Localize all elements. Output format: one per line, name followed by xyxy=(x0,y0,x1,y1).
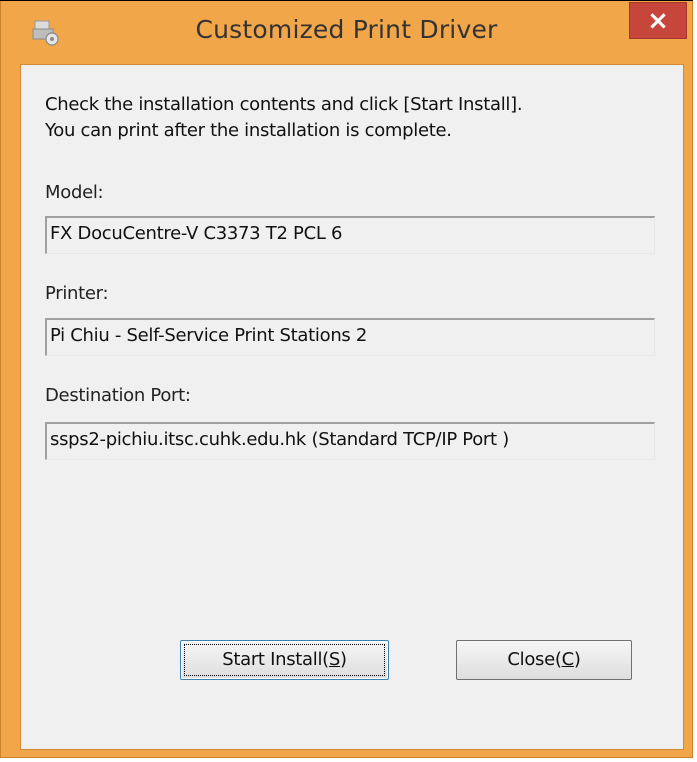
destination-port-label: Destination Port: xyxy=(45,385,191,406)
instruction-line-1: Check the installation contents and clic… xyxy=(45,94,523,115)
printer-label: Printer: xyxy=(45,283,109,304)
instruction-line-2: You can print after the installation is … xyxy=(45,120,452,141)
model-field[interactable]: FX DocuCentre-V C3373 T2 PCL 6 xyxy=(45,216,655,254)
model-label: Model: xyxy=(45,182,104,203)
close-icon: × xyxy=(647,5,669,36)
installer-window: Customized Print Driver × Check the inst… xyxy=(0,0,693,758)
start-install-button[interactable]: Start Install(S) xyxy=(180,640,389,680)
focus-rectangle xyxy=(184,644,385,676)
close-button[interactable]: Close(C) xyxy=(456,640,632,680)
title-bar[interactable]: Customized Print Driver × xyxy=(1,1,692,65)
destination-port-field[interactable]: ssps2-pichiu.itsc.cuhk.edu.hk (Standard … xyxy=(45,422,655,460)
window-title: Customized Print Driver xyxy=(195,15,498,44)
instruction-text: Check the installation contents and clic… xyxy=(45,92,523,144)
dialog-body: Check the installation contents and clic… xyxy=(20,64,684,750)
printer-field[interactable]: Pi Chiu - Self-Service Print Stations 2 xyxy=(45,318,655,356)
close-window-button[interactable]: × xyxy=(629,2,687,39)
